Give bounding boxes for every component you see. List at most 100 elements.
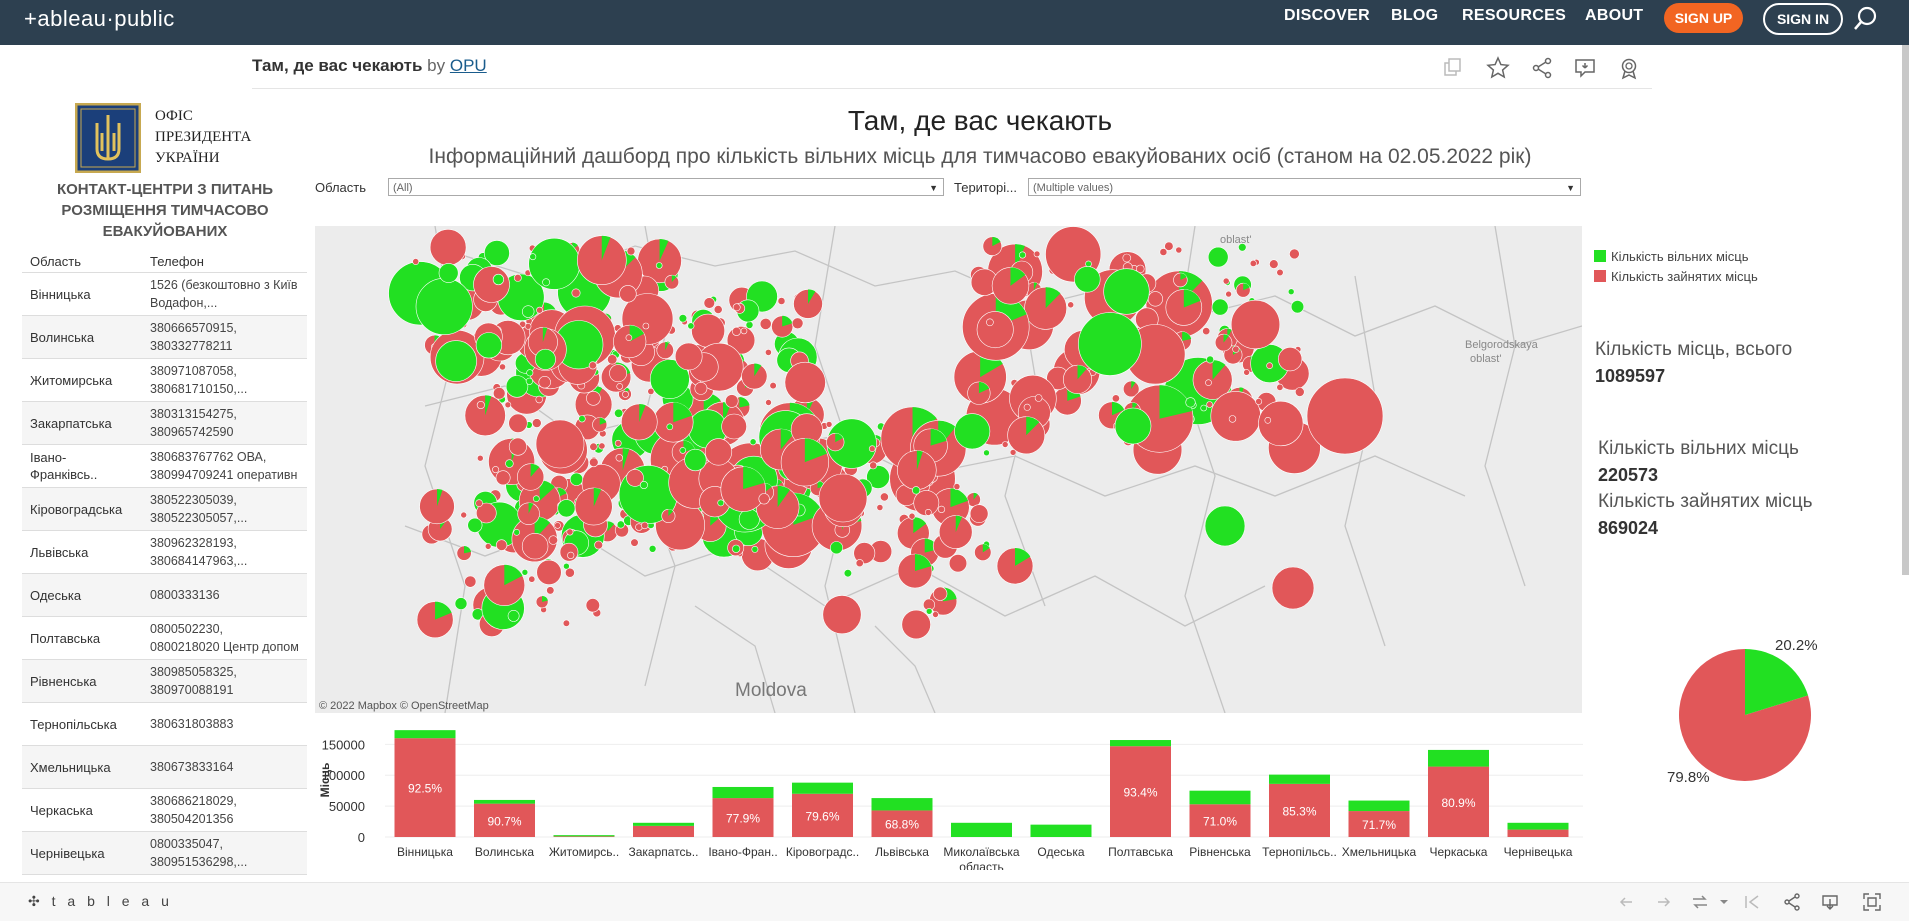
map-bubble[interactable] <box>1207 246 1229 268</box>
map-bubble[interactable] <box>666 423 674 431</box>
map-bubble[interactable] <box>542 278 550 287</box>
map-bubble[interactable] <box>1007 416 1046 455</box>
fullscreen-icon[interactable] <box>1862 892 1882 912</box>
map-bubble[interactable] <box>822 595 862 635</box>
map-bubble[interactable] <box>505 459 514 468</box>
copy-icon[interactable] <box>1441 56 1465 80</box>
map-bubble[interactable] <box>1211 298 1229 316</box>
map-bubble[interactable] <box>1067 301 1075 309</box>
map-bubble[interactable] <box>1185 397 1196 408</box>
bar-free[interactable] <box>1428 749 1489 767</box>
bar-free[interactable] <box>1269 774 1330 784</box>
x-category-label[interactable]: Тернопільсь.. <box>1262 845 1337 859</box>
tableau-public-logo[interactable]: +ableau·public <box>24 6 175 32</box>
map-bubble[interactable] <box>938 515 973 549</box>
map-bubble[interactable] <box>1306 377 1384 455</box>
map-bubble[interactable] <box>1074 266 1101 293</box>
map-bubble[interactable] <box>639 481 648 490</box>
map-bubble[interactable] <box>1034 394 1043 402</box>
map-bubble[interactable] <box>1018 251 1026 259</box>
map-bubble[interactable] <box>1147 291 1164 307</box>
map-bubble[interactable] <box>538 376 551 389</box>
map-bubble[interactable] <box>557 499 576 518</box>
legend-item-occupied[interactable]: Кількість зайнятих місць <box>1594 268 1758 288</box>
map-bubble[interactable] <box>492 466 500 474</box>
map-bubble[interactable] <box>1228 415 1237 423</box>
nav-discover[interactable]: DISCOVER <box>1284 7 1370 25</box>
author-link[interactable]: OPU <box>450 56 487 75</box>
bar-free[interactable] <box>1110 740 1171 747</box>
map-bubble[interactable] <box>533 495 540 503</box>
map-bubble[interactable] <box>655 262 663 269</box>
map-bubble[interactable] <box>554 522 561 529</box>
map-bubble[interactable] <box>529 253 537 261</box>
map-bubble[interactable] <box>571 288 581 298</box>
map-bubble[interactable] <box>526 369 534 377</box>
map-bubble[interactable] <box>626 246 636 256</box>
map-bubble[interactable] <box>703 297 715 309</box>
map-bubble[interactable] <box>616 520 625 529</box>
map-bubble[interactable] <box>614 439 622 447</box>
bar-free[interactable] <box>1348 800 1410 812</box>
map-bubble[interactable] <box>1225 290 1232 298</box>
revert-icon[interactable] <box>1690 892 1710 912</box>
tableau-logo[interactable]: ✣ t a b l e a u <box>28 893 173 910</box>
map-bubble[interactable] <box>759 318 772 330</box>
map-bubble[interactable] <box>983 449 990 457</box>
bar-free[interactable] <box>1507 822 1569 830</box>
table-row[interactable]: Полтавська 0800502230, 0800218020 Центр д… <box>22 616 307 660</box>
map-bubble[interactable] <box>969 504 989 524</box>
map-bubble[interactable] <box>932 611 939 618</box>
map-bubble[interactable] <box>986 318 994 327</box>
map-bubble[interactable] <box>901 609 931 640</box>
map-bubble[interactable] <box>1277 347 1303 372</box>
map-bubble[interactable] <box>679 447 687 454</box>
map-bubble[interactable] <box>1266 362 1273 369</box>
map-bubble[interactable] <box>731 326 741 336</box>
nav-about[interactable]: ABOUT <box>1585 7 1643 25</box>
map-bubble[interactable] <box>1159 248 1168 256</box>
map-bubble[interactable] <box>933 586 948 601</box>
map-bubble[interactable] <box>1276 383 1284 391</box>
map-bubble[interactable] <box>684 448 707 472</box>
map-bubble[interactable] <box>948 554 968 573</box>
map-bubble[interactable] <box>954 413 991 450</box>
map-bubble[interactable] <box>1114 407 1152 445</box>
map-bubble[interactable] <box>937 505 946 514</box>
map-bubble[interactable] <box>435 340 477 382</box>
map-bubble[interactable] <box>725 394 739 408</box>
map-bubble[interactable] <box>732 544 741 553</box>
map-bubble[interactable] <box>1276 268 1284 277</box>
map-bubble[interactable] <box>1290 300 1305 314</box>
map-bubble[interactable] <box>589 442 598 451</box>
map-bubble[interactable] <box>607 354 618 365</box>
map-bubble[interactable] <box>532 418 542 428</box>
map-bubble[interactable] <box>566 528 574 536</box>
map-bubble[interactable] <box>1289 248 1300 260</box>
nav-blog[interactable]: BLOG <box>1391 7 1438 25</box>
map-bubble[interactable] <box>609 364 628 383</box>
map-bubble[interactable] <box>586 391 601 406</box>
map-canvas[interactable]: oblast' Belgorodskaya oblast' Moldova © … <box>315 226 1582 713</box>
map-bubble[interactable] <box>507 609 520 622</box>
map-bubble[interactable] <box>869 461 878 470</box>
map-bubble[interactable] <box>647 387 655 395</box>
map-bubble[interactable] <box>738 508 760 530</box>
map-bubble[interactable] <box>880 492 889 502</box>
map-bubble[interactable] <box>855 559 864 568</box>
map-bubble[interactable] <box>751 545 759 553</box>
bar-free[interactable] <box>1030 824 1092 837</box>
map-bubble[interactable] <box>528 237 581 290</box>
map-bubble[interactable] <box>1024 286 1068 330</box>
map-bubble[interactable] <box>484 543 492 550</box>
map-bubble[interactable] <box>1243 369 1250 376</box>
map-bubble[interactable] <box>818 473 868 523</box>
map-bubble[interactable] <box>574 487 613 526</box>
map-bubble[interactable] <box>521 568 529 576</box>
map-bubble[interactable] <box>534 348 556 370</box>
table-row[interactable]: Житомирська 380971087058, 380681710150,..… <box>22 358 307 402</box>
table-row[interactable]: Одеська 0800333136 <box>22 573 307 617</box>
map-bubble[interactable] <box>924 508 932 516</box>
map-bubble[interactable] <box>1122 253 1132 263</box>
map-bubble[interactable] <box>504 401 512 409</box>
